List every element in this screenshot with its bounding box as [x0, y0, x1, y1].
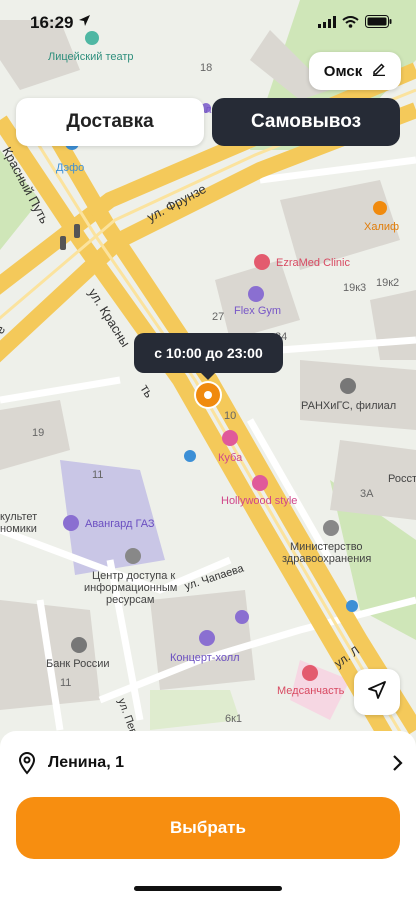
my-location-button[interactable]	[354, 669, 400, 715]
city-selector-button[interactable]: Омск	[309, 52, 401, 90]
bottom-sheet: Ленина, 1 Выбрать	[0, 731, 416, 900]
svg-text:Flex Gym: Flex Gym	[234, 305, 281, 317]
svg-text:Куба: Куба	[218, 452, 243, 464]
address-row[interactable]: Ленина, 1	[16, 749, 404, 777]
svg-text:Халиф: Халиф	[364, 221, 399, 233]
pickup-point-marker[interactable]	[196, 383, 220, 407]
chevron-right-icon	[390, 754, 404, 772]
svg-text:6к1: 6к1	[225, 713, 242, 725]
svg-text:Росст: Росст	[388, 473, 416, 485]
svg-text:11: 11	[92, 469, 103, 481]
svg-text:3А: 3А	[360, 488, 374, 500]
svg-text:Лицейский театр: Лицейский театр	[48, 51, 134, 63]
svg-text:культет: культет	[0, 511, 37, 523]
svg-text:Министерство: Министерство	[290, 541, 363, 553]
svg-text:ресурсам: ресурсам	[106, 594, 154, 606]
svg-text:18: 18	[200, 62, 212, 74]
wifi-icon	[342, 15, 359, 33]
tab-delivery[interactable]: Доставка	[16, 98, 204, 146]
svg-text:10: 10	[224, 410, 236, 422]
svg-text:здравоохранения: здравоохранения	[282, 553, 371, 565]
svg-text:19к2: 19к2	[376, 277, 399, 289]
svg-text:РАНХиГС, филиал: РАНХиГС, филиал	[301, 400, 396, 412]
svg-text:номики: номики	[0, 523, 37, 535]
svg-text:Авангард ГАЗ: Авангард ГАЗ	[85, 518, 155, 530]
status-bar: 16:29	[0, 0, 416, 44]
pencil-icon	[372, 62, 386, 80]
svg-text:Дэфо: Дэфо	[56, 162, 84, 174]
cellular-signal-icon	[318, 15, 336, 33]
map-pin-icon	[16, 751, 38, 775]
city-name: Омск	[323, 62, 363, 80]
home-indicator	[134, 886, 282, 891]
navigation-arrow-icon	[367, 680, 387, 705]
tab-pickup[interactable]: Самовывоз	[212, 98, 400, 146]
svg-text:11: 11	[60, 677, 71, 689]
svg-text:Центр доступа к: Центр доступа к	[92, 570, 175, 582]
select-button[interactable]: Выбрать	[16, 797, 400, 859]
svg-text:EzraMed Clinic: EzraMed Clinic	[276, 257, 350, 269]
svg-text:Банк России: Банк России	[46, 658, 110, 670]
svg-text:информационным: информационным	[84, 582, 177, 594]
svg-text:19: 19	[32, 427, 44, 439]
svg-text:19к3: 19к3	[343, 282, 366, 294]
status-time: 16:29	[30, 13, 74, 32]
pickup-hours-text: с 10:00 до 23:00	[154, 345, 263, 361]
battery-icon	[365, 15, 392, 33]
svg-text:27: 27	[212, 311, 224, 323]
pickup-hours-tooltip: с 10:00 до 23:00	[134, 333, 283, 380]
svg-text:Концерт-холл: Концерт-холл	[170, 652, 240, 664]
svg-text:Hollywood style: Hollywood style	[221, 495, 297, 507]
location-arrow-icon	[78, 14, 91, 32]
address-text: Ленина, 1	[48, 754, 124, 771]
svg-text:Медсанчасть: Медсанчасть	[277, 685, 345, 697]
